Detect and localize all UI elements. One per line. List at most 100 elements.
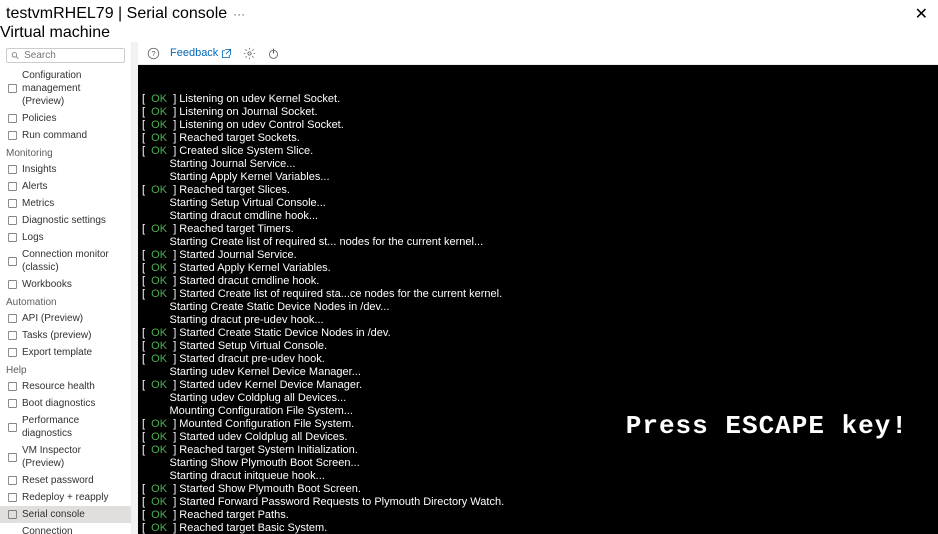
- console-line: [ OK ] Listening on udev Kernel Socket.: [142, 93, 934, 106]
- sidebar-item[interactable]: Boot diagnostics: [0, 395, 131, 412]
- sidebar-item[interactable]: Insights: [0, 161, 131, 178]
- console-line: [ OK ] Started dracut cmdline hook.: [142, 275, 934, 288]
- sidebar-item[interactable]: Resource health: [0, 378, 131, 395]
- sidebar-item-label: Performance diagnostics: [22, 414, 125, 440]
- console-line: [ OK ] Started dracut pre-udev hook.: [142, 353, 934, 366]
- sidebar-item[interactable]: Run command: [0, 127, 131, 144]
- console-line: [ OK ] Started Apply Kernel Variables.: [142, 262, 934, 275]
- sidebar-item[interactable]: API (Preview): [0, 310, 131, 327]
- sidebar-item[interactable]: Export template: [0, 344, 131, 361]
- help-icon[interactable]: ?: [146, 46, 160, 60]
- sidebar-item[interactable]: Alerts: [0, 178, 131, 195]
- console-line: [ OK ] Reached target System Initializat…: [142, 444, 934, 457]
- alert-icon: [6, 181, 18, 193]
- search-icon: [11, 51, 20, 61]
- serial-icon: [6, 509, 18, 521]
- diag-icon: [6, 215, 18, 227]
- header: testvmRHEL79 | Serial console ··· ✕ Virt…: [0, 0, 938, 42]
- shield-icon: [6, 113, 18, 125]
- sidebar-item[interactable]: Performance diagnostics: [0, 412, 131, 442]
- sidebar-item[interactable]: Diagnostic settings: [0, 212, 131, 229]
- sidebar-item[interactable]: Reset password: [0, 472, 131, 489]
- sidebar-item[interactable]: Policies: [0, 110, 131, 127]
- external-link-icon: [221, 48, 232, 59]
- sidebar-item[interactable]: Connection monitor (classic): [0, 246, 131, 276]
- overlay-message: Press ESCAPE key!: [626, 420, 908, 433]
- sidebar-item-label: Diagnostic settings: [22, 214, 106, 227]
- console-line: [ OK ] Reached target Sockets.: [142, 132, 934, 145]
- sidebar-item[interactable]: Metrics: [0, 195, 131, 212]
- console-line: [ OK ] Started udev Kernel Device Manage…: [142, 379, 934, 392]
- sidebar-item[interactable]: Connection troubleshoot: [0, 523, 131, 534]
- sidebar-item[interactable]: Workbooks: [0, 276, 131, 293]
- main: ? Feedback [ OK ] Listening on udev Kern…: [138, 42, 938, 534]
- sidebar-section-heading: Monitoring: [0, 144, 131, 161]
- search-input[interactable]: [20, 50, 120, 61]
- vm-icon: [6, 451, 18, 463]
- search-box[interactable]: [6, 48, 125, 63]
- sidebar-item-label: Workbooks: [22, 278, 72, 291]
- console-line: Starting udev Coldplug all Devices...: [142, 392, 934, 405]
- logs-icon: [6, 232, 18, 244]
- task-icon: [6, 330, 18, 342]
- api-icon: [6, 313, 18, 325]
- console-line: Starting Show Plymouth Boot Screen...: [142, 457, 934, 470]
- sidebar-item[interactable]: Serial console: [0, 506, 131, 523]
- sidebar-item-label: Connection monitor (classic): [22, 248, 125, 274]
- sidebar-item-label: API (Preview): [22, 312, 83, 325]
- sidebar-item-label: Serial console: [22, 508, 85, 521]
- sidebar-item[interactable]: Tasks (preview): [0, 327, 131, 344]
- power-icon[interactable]: [266, 46, 280, 60]
- sidebar-item-label: Export template: [22, 346, 92, 359]
- console-line: Starting dracut initqueue hook...: [142, 470, 934, 483]
- feedback-link[interactable]: Feedback: [170, 47, 232, 59]
- bulb-icon: [6, 164, 18, 176]
- console-line: [ OK ] Started Show Plymouth Boot Screen…: [142, 483, 934, 496]
- close-icon[interactable]: ✕: [915, 4, 928, 24]
- console-line: [ OK ] Listening on Journal Socket.: [142, 106, 934, 119]
- sidebar-item-label: Policies: [22, 112, 56, 125]
- console-line: [ OK ] Created slice System Slice.: [142, 145, 934, 158]
- console-line: [ OK ] Reached target Timers.: [142, 223, 934, 236]
- sidebar-item-label: Configuration management (Preview): [22, 69, 125, 108]
- svg-text:?: ?: [151, 48, 155, 57]
- heart-icon: [6, 381, 18, 393]
- settings-icon[interactable]: [242, 46, 256, 60]
- console-line: Starting Journal Service...: [142, 158, 934, 171]
- console-line: [ OK ] Listening on udev Control Socket.: [142, 119, 934, 132]
- console-line: [ OK ] Reached target Basic System.: [142, 522, 934, 534]
- sidebar-item[interactable]: Logs: [0, 229, 131, 246]
- sidebar-item-label: Run command: [22, 129, 87, 142]
- console-line: [ OK ] Started Create list of required s…: [142, 288, 934, 301]
- console-line: Starting Apply Kernel Variables...: [142, 171, 934, 184]
- console-line: Starting dracut cmdline hook...: [142, 210, 934, 223]
- serial-console-output[interactable]: [ OK ] Listening on udev Kernel Socket.[…: [138, 65, 938, 534]
- redeploy-icon: [6, 492, 18, 504]
- sidebar-item-label: Tasks (preview): [22, 329, 91, 342]
- sidebar-item-label: Resource health: [22, 380, 95, 393]
- sidebar: Configuration management (Preview) Polici…: [0, 42, 132, 534]
- console-line: [ OK ] Reached target Paths.: [142, 509, 934, 522]
- sidebar-item-label: Boot diagnostics: [22, 397, 95, 410]
- sidebar-section-heading: Help: [0, 361, 131, 378]
- key-icon: [6, 475, 18, 487]
- sidebar-item-label: Alerts: [22, 180, 48, 193]
- sidebar-item-label: Redeploy + reapply: [22, 491, 108, 504]
- console-line: [ OK ] Started Journal Service.: [142, 249, 934, 262]
- conn-icon: [6, 255, 18, 267]
- export-icon: [6, 347, 18, 359]
- page-subtitle: Virtual machine: [0, 24, 938, 42]
- sidebar-item-label: Logs: [22, 231, 44, 244]
- console-line: [ OK ] Reached target Slices.: [142, 184, 934, 197]
- sidebar-item[interactable]: Redeploy + reapply: [0, 489, 131, 506]
- sidebar-section-heading: Automation: [0, 293, 131, 310]
- sidebar-item-label: VM Inspector (Preview): [22, 444, 125, 470]
- sidebar-item[interactable]: Configuration management (Preview): [0, 67, 131, 110]
- more-button[interactable]: ···: [233, 7, 245, 21]
- run-icon: [6, 130, 18, 142]
- console-line: Starting udev Kernel Device Manager...: [142, 366, 934, 379]
- cfg-icon: [6, 83, 18, 95]
- sidebar-item[interactable]: VM Inspector (Preview): [0, 442, 131, 472]
- sidebar-item-label: Connection troubleshoot: [22, 525, 125, 534]
- feedback-label: Feedback: [170, 47, 218, 59]
